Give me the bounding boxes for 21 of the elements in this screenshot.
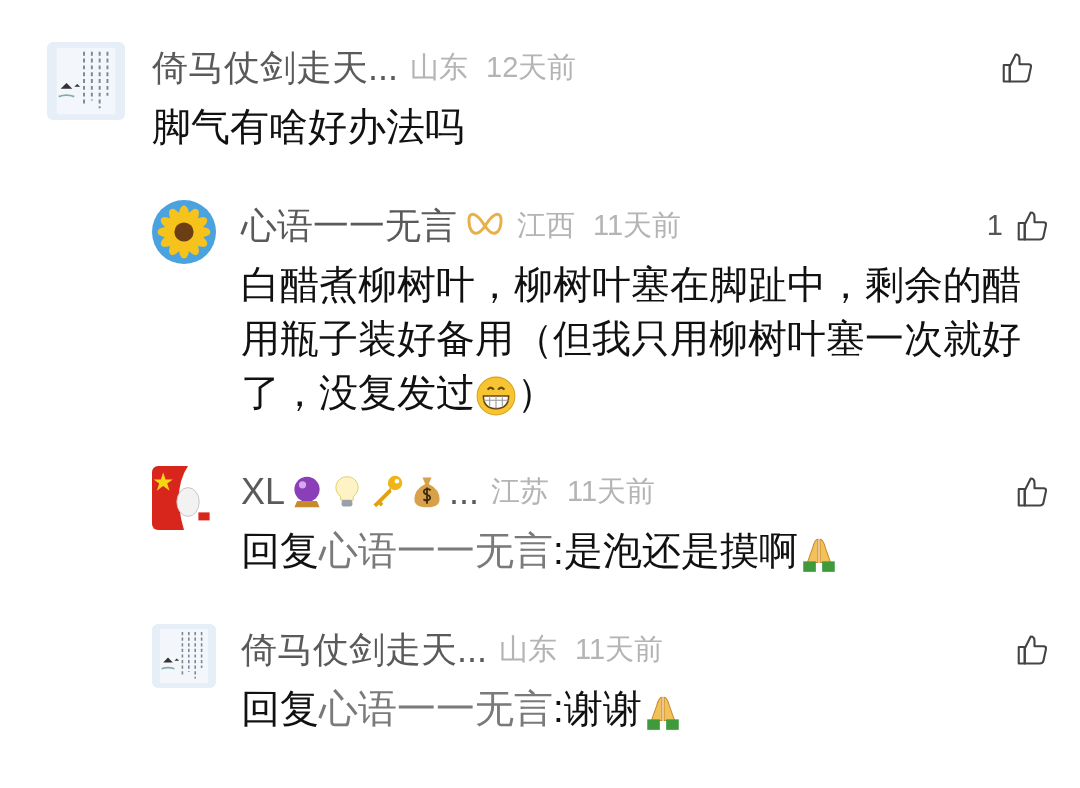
timestamp: 12天前	[486, 50, 577, 86]
username[interactable]: XL	[241, 465, 286, 519]
location: 山东	[410, 50, 468, 86]
mention-link[interactable]: 心语一一无言	[319, 687, 553, 730]
mention-link[interactable]: 心语一一无言	[319, 529, 553, 572]
username[interactable]: ...	[449, 465, 480, 519]
username[interactable]: 心语一一无言	[241, 199, 457, 253]
username[interactable]: 倚马仗剑走天...	[152, 41, 398, 95]
comment-text: 脚气有啥好办法吗	[152, 104, 465, 150]
location: 江西	[517, 208, 575, 244]
timestamp: 11天前	[575, 632, 664, 668]
comment-text: 回复心语一一无言:谢谢	[241, 682, 1051, 736]
comment-text: 白醋煮柳树叶，柳树叶塞在脚趾中，剩余的醋用瓶子装好备用（但我只用柳树叶塞一次就好了，没复发过 ）	[241, 258, 1051, 420]
timestamp: 11天前	[593, 208, 682, 244]
location: 山东	[499, 632, 557, 668]
like-count: 1	[986, 208, 1003, 244]
comment-text: 回复心语一一无言:是泡还是摸啊	[241, 524, 1051, 578]
location: 江苏	[491, 474, 550, 510]
grinning-face-icon	[475, 374, 517, 417]
timestamp: 11天前	[567, 474, 656, 510]
username[interactable]: 倚马仗剑走天...	[241, 623, 487, 677]
